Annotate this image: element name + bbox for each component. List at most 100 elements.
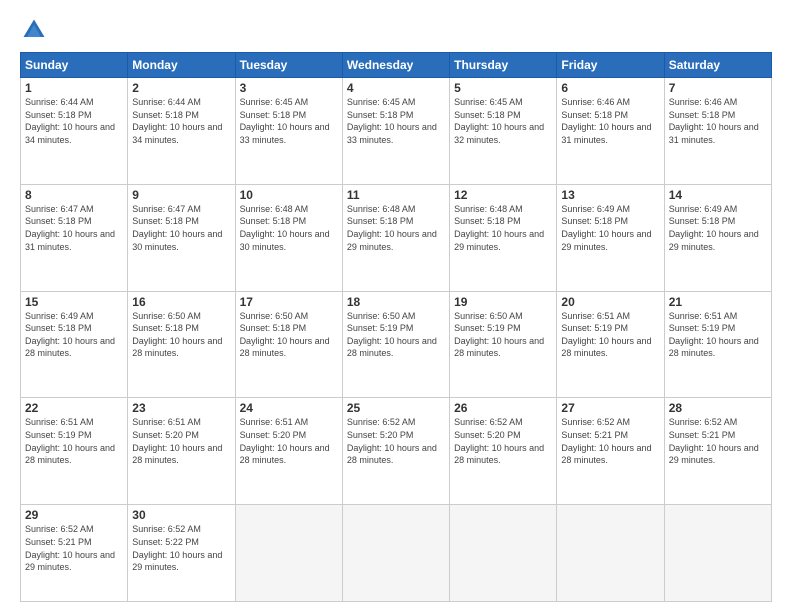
day-info: Sunrise: 6:49 AM Sunset: 5:18 PM Dayligh… — [561, 203, 659, 253]
calendar-cell: 17 Sunrise: 6:50 AM Sunset: 5:18 PM Dayl… — [235, 291, 342, 398]
calendar-cell: 30 Sunrise: 6:52 AM Sunset: 5:22 PM Dayl… — [128, 505, 235, 602]
weekday-header: Saturday — [664, 53, 771, 78]
day-number: 3 — [240, 81, 338, 95]
day-info: Sunrise: 6:49 AM Sunset: 5:18 PM Dayligh… — [25, 310, 123, 360]
calendar-week-row: 29 Sunrise: 6:52 AM Sunset: 5:21 PM Dayl… — [21, 505, 772, 602]
day-info: Sunrise: 6:44 AM Sunset: 5:18 PM Dayligh… — [25, 96, 123, 146]
logo — [20, 16, 52, 44]
calendar-cell: 27 Sunrise: 6:52 AM Sunset: 5:21 PM Dayl… — [557, 398, 664, 505]
day-info: Sunrise: 6:50 AM Sunset: 5:18 PM Dayligh… — [240, 310, 338, 360]
calendar-cell: 21 Sunrise: 6:51 AM Sunset: 5:19 PM Dayl… — [664, 291, 771, 398]
calendar-week-row: 8 Sunrise: 6:47 AM Sunset: 5:18 PM Dayli… — [21, 184, 772, 291]
calendar-cell: 26 Sunrise: 6:52 AM Sunset: 5:20 PM Dayl… — [450, 398, 557, 505]
day-number: 10 — [240, 188, 338, 202]
day-info: Sunrise: 6:52 AM Sunset: 5:21 PM Dayligh… — [25, 523, 123, 573]
day-info: Sunrise: 6:45 AM Sunset: 5:18 PM Dayligh… — [347, 96, 445, 146]
calendar-cell: 25 Sunrise: 6:52 AM Sunset: 5:20 PM Dayl… — [342, 398, 449, 505]
day-number: 26 — [454, 401, 552, 415]
day-info: Sunrise: 6:52 AM Sunset: 5:21 PM Dayligh… — [561, 416, 659, 466]
calendar-cell: 18 Sunrise: 6:50 AM Sunset: 5:19 PM Dayl… — [342, 291, 449, 398]
day-info: Sunrise: 6:45 AM Sunset: 5:18 PM Dayligh… — [240, 96, 338, 146]
day-number: 22 — [25, 401, 123, 415]
day-info: Sunrise: 6:52 AM Sunset: 5:20 PM Dayligh… — [454, 416, 552, 466]
day-info: Sunrise: 6:52 AM Sunset: 5:22 PM Dayligh… — [132, 523, 230, 573]
day-number: 2 — [132, 81, 230, 95]
day-number: 24 — [240, 401, 338, 415]
calendar-cell: 19 Sunrise: 6:50 AM Sunset: 5:19 PM Dayl… — [450, 291, 557, 398]
calendar-cell: 20 Sunrise: 6:51 AM Sunset: 5:19 PM Dayl… — [557, 291, 664, 398]
day-info: Sunrise: 6:50 AM Sunset: 5:18 PM Dayligh… — [132, 310, 230, 360]
calendar-cell — [450, 505, 557, 602]
calendar-cell: 10 Sunrise: 6:48 AM Sunset: 5:18 PM Dayl… — [235, 184, 342, 291]
weekday-header: Wednesday — [342, 53, 449, 78]
day-number: 18 — [347, 295, 445, 309]
calendar-cell: 24 Sunrise: 6:51 AM Sunset: 5:20 PM Dayl… — [235, 398, 342, 505]
calendar-cell: 4 Sunrise: 6:45 AM Sunset: 5:18 PM Dayli… — [342, 78, 449, 185]
day-number: 6 — [561, 81, 659, 95]
day-info: Sunrise: 6:51 AM Sunset: 5:19 PM Dayligh… — [25, 416, 123, 466]
day-info: Sunrise: 6:51 AM Sunset: 5:19 PM Dayligh… — [561, 310, 659, 360]
day-number: 20 — [561, 295, 659, 309]
day-number: 19 — [454, 295, 552, 309]
day-number: 7 — [669, 81, 767, 95]
logo-icon — [20, 16, 48, 44]
day-number: 9 — [132, 188, 230, 202]
calendar-cell: 12 Sunrise: 6:48 AM Sunset: 5:18 PM Dayl… — [450, 184, 557, 291]
calendar-week-row: 15 Sunrise: 6:49 AM Sunset: 5:18 PM Dayl… — [21, 291, 772, 398]
weekday-header: Tuesday — [235, 53, 342, 78]
day-info: Sunrise: 6:50 AM Sunset: 5:19 PM Dayligh… — [454, 310, 552, 360]
day-number: 21 — [669, 295, 767, 309]
calendar-cell — [342, 505, 449, 602]
day-number: 8 — [25, 188, 123, 202]
day-number: 30 — [132, 508, 230, 522]
weekday-header: Friday — [557, 53, 664, 78]
day-info: Sunrise: 6:51 AM Sunset: 5:20 PM Dayligh… — [240, 416, 338, 466]
calendar-cell: 16 Sunrise: 6:50 AM Sunset: 5:18 PM Dayl… — [128, 291, 235, 398]
day-info: Sunrise: 6:48 AM Sunset: 5:18 PM Dayligh… — [454, 203, 552, 253]
day-info: Sunrise: 6:50 AM Sunset: 5:19 PM Dayligh… — [347, 310, 445, 360]
header — [20, 16, 772, 44]
page: SundayMondayTuesdayWednesdayThursdayFrid… — [0, 0, 792, 612]
day-number: 17 — [240, 295, 338, 309]
day-number: 14 — [669, 188, 767, 202]
day-info: Sunrise: 6:49 AM Sunset: 5:18 PM Dayligh… — [669, 203, 767, 253]
calendar-cell: 14 Sunrise: 6:49 AM Sunset: 5:18 PM Dayl… — [664, 184, 771, 291]
day-info: Sunrise: 6:52 AM Sunset: 5:21 PM Dayligh… — [669, 416, 767, 466]
day-number: 11 — [347, 188, 445, 202]
calendar-week-row: 22 Sunrise: 6:51 AM Sunset: 5:19 PM Dayl… — [21, 398, 772, 505]
day-info: Sunrise: 6:47 AM Sunset: 5:18 PM Dayligh… — [132, 203, 230, 253]
day-info: Sunrise: 6:46 AM Sunset: 5:18 PM Dayligh… — [669, 96, 767, 146]
calendar-cell — [664, 505, 771, 602]
day-number: 12 — [454, 188, 552, 202]
calendar-table: SundayMondayTuesdayWednesdayThursdayFrid… — [20, 52, 772, 602]
day-info: Sunrise: 6:48 AM Sunset: 5:18 PM Dayligh… — [347, 203, 445, 253]
day-info: Sunrise: 6:51 AM Sunset: 5:19 PM Dayligh… — [669, 310, 767, 360]
day-number: 13 — [561, 188, 659, 202]
calendar-cell: 11 Sunrise: 6:48 AM Sunset: 5:18 PM Dayl… — [342, 184, 449, 291]
calendar-cell: 7 Sunrise: 6:46 AM Sunset: 5:18 PM Dayli… — [664, 78, 771, 185]
calendar-cell: 2 Sunrise: 6:44 AM Sunset: 5:18 PM Dayli… — [128, 78, 235, 185]
calendar-week-row: 1 Sunrise: 6:44 AM Sunset: 5:18 PM Dayli… — [21, 78, 772, 185]
calendar-cell: 29 Sunrise: 6:52 AM Sunset: 5:21 PM Dayl… — [21, 505, 128, 602]
day-number: 25 — [347, 401, 445, 415]
day-number: 5 — [454, 81, 552, 95]
day-number: 16 — [132, 295, 230, 309]
calendar-cell: 3 Sunrise: 6:45 AM Sunset: 5:18 PM Dayli… — [235, 78, 342, 185]
day-info: Sunrise: 6:51 AM Sunset: 5:20 PM Dayligh… — [132, 416, 230, 466]
calendar-cell: 6 Sunrise: 6:46 AM Sunset: 5:18 PM Dayli… — [557, 78, 664, 185]
calendar-cell: 5 Sunrise: 6:45 AM Sunset: 5:18 PM Dayli… — [450, 78, 557, 185]
calendar-cell: 22 Sunrise: 6:51 AM Sunset: 5:19 PM Dayl… — [21, 398, 128, 505]
day-info: Sunrise: 6:44 AM Sunset: 5:18 PM Dayligh… — [132, 96, 230, 146]
weekday-header: Thursday — [450, 53, 557, 78]
calendar-cell: 9 Sunrise: 6:47 AM Sunset: 5:18 PM Dayli… — [128, 184, 235, 291]
calendar-cell: 8 Sunrise: 6:47 AM Sunset: 5:18 PM Dayli… — [21, 184, 128, 291]
calendar-header-row: SundayMondayTuesdayWednesdayThursdayFrid… — [21, 53, 772, 78]
day-info: Sunrise: 6:47 AM Sunset: 5:18 PM Dayligh… — [25, 203, 123, 253]
day-info: Sunrise: 6:52 AM Sunset: 5:20 PM Dayligh… — [347, 416, 445, 466]
calendar-cell: 15 Sunrise: 6:49 AM Sunset: 5:18 PM Dayl… — [21, 291, 128, 398]
day-number: 15 — [25, 295, 123, 309]
calendar-cell: 23 Sunrise: 6:51 AM Sunset: 5:20 PM Dayl… — [128, 398, 235, 505]
day-number: 28 — [669, 401, 767, 415]
calendar-cell — [235, 505, 342, 602]
day-number: 1 — [25, 81, 123, 95]
